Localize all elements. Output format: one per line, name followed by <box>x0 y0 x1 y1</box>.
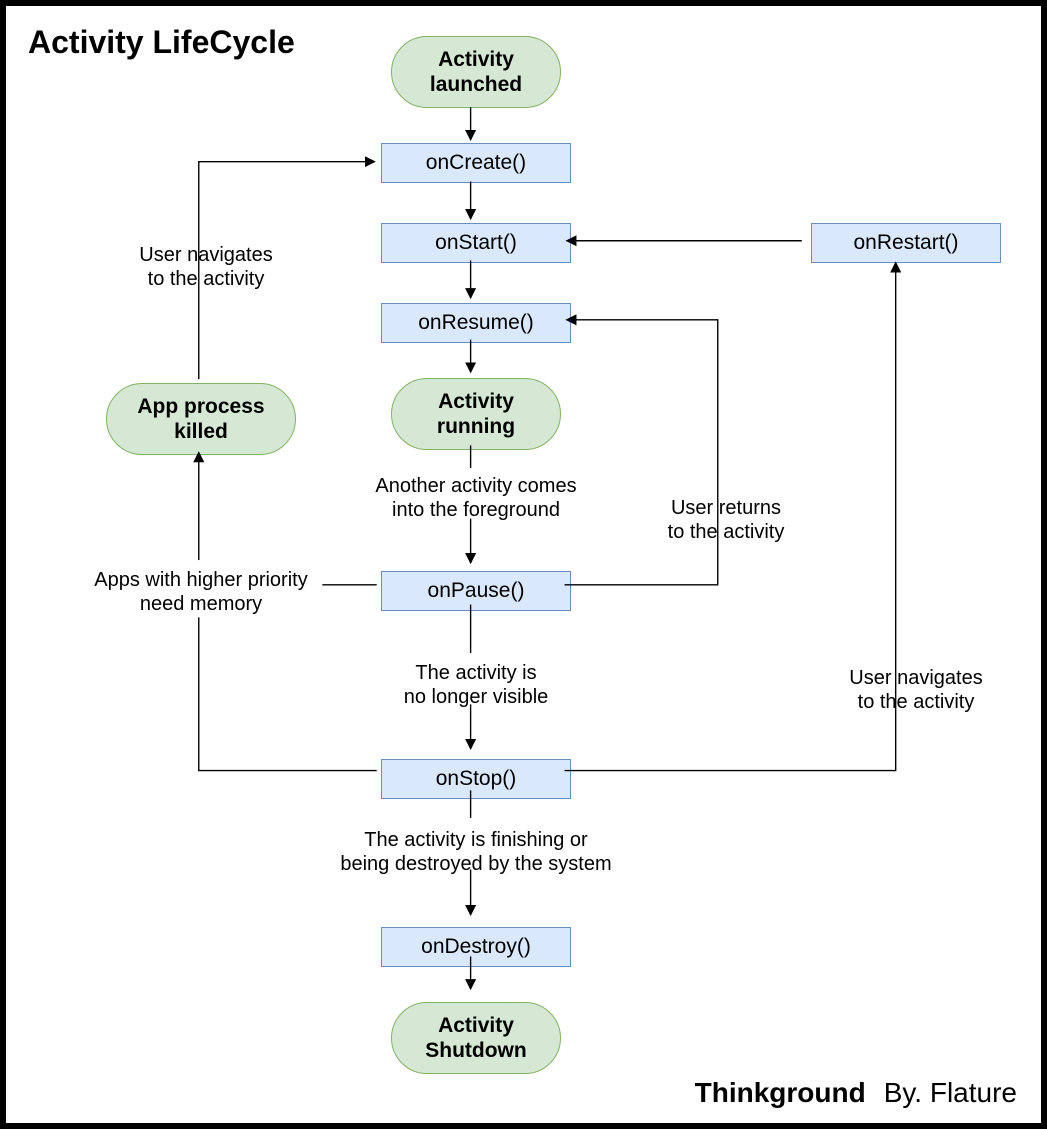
node-onstart: onStart() <box>381 223 571 263</box>
node-activity-launched: Activity launched <box>391 36 561 108</box>
node-oncreate: onCreate() <box>381 143 571 183</box>
diagram-frame: Activity LifeCycle Activity launched onC… <box>0 0 1047 1129</box>
node-onpause: onPause() <box>381 571 571 611</box>
footer: Thinkground By. Flature <box>695 1077 1017 1109</box>
node-activity-running: Activity running <box>391 378 561 450</box>
node-ondestroy: onDestroy() <box>381 927 571 967</box>
edge-label-user-returns: User returns to the activity <box>641 496 811 544</box>
edge-label-higher-priority: Apps with higher priority need memory <box>76 568 326 616</box>
edge-label-foreground: Another activity comes into the foregrou… <box>356 474 596 522</box>
node-app-process-killed: App process killed <box>106 383 296 455</box>
node-onrestart: onRestart() <box>811 223 1001 263</box>
node-onresume: onResume() <box>381 303 571 343</box>
node-activity-shutdown: Activity Shutdown <box>391 1002 561 1074</box>
diagram-title: Activity LifeCycle <box>28 24 295 61</box>
footer-byline: By. Flature <box>884 1077 1017 1109</box>
footer-brand: Thinkground <box>695 1077 866 1109</box>
edge-label-user-navigates-left: User navigates to the activity <box>121 243 291 291</box>
edge-label-finishing: The activity is finishing or being destr… <box>326 828 626 876</box>
edge-label-no-longer-visible: The activity is no longer visible <box>376 661 576 709</box>
node-onstop: onStop() <box>381 759 571 799</box>
edge-label-user-navigates-right: User navigates to the activity <box>826 666 1006 714</box>
